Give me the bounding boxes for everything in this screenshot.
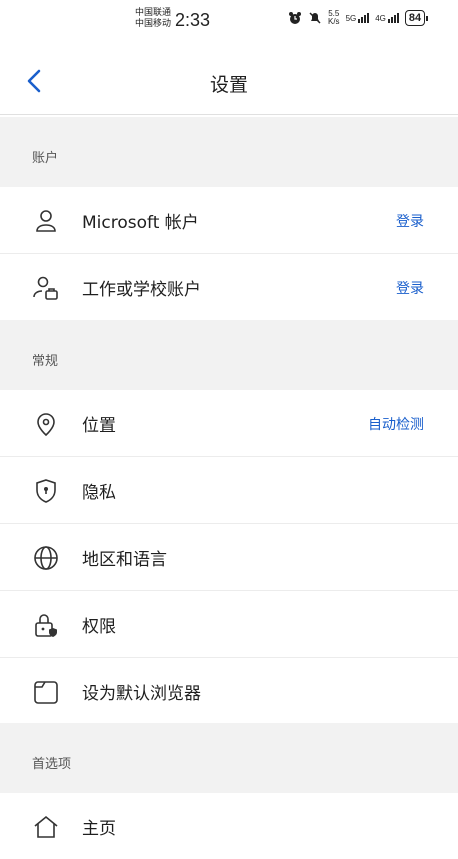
carrier-names: 中国联通 中国移动 [135,8,171,30]
row-home[interactable]: 主页 [0,793,458,859]
network-speed: 5.5 K/s [328,10,340,26]
signal-4g-icon: 4G [375,13,399,23]
row-label: 设为默认浏览器 [82,684,201,704]
row-label: 位置 [82,416,116,436]
location-icon [37,413,55,437]
row-label: 权限 [82,617,116,637]
row-region-language[interactable]: 地区和语言 [0,524,458,591]
alarm-icon [289,12,301,24]
location-value[interactable]: 自动检测 [368,414,424,434]
row-privacy[interactable]: 隐私 [0,457,458,524]
carrier-2: 中国移动 [135,19,172,29]
section-label-account: 账户 [32,151,59,166]
battery-indicator: 84 [404,10,429,26]
page-title: 设置 [209,74,248,96]
mute-icon [309,12,321,24]
shield-icon [36,479,56,503]
row-label: 地区和语言 [82,550,167,570]
status-time: 2:33 [175,10,211,30]
signal-5g-icon: 5G [346,13,370,23]
status-bar: 中国联通 中国移动 2:33 5.5 K/s 5G 4G 84 [0,0,458,44]
row-label: 工作或学校账户 [82,280,201,300]
home-icon [34,815,58,838]
net-4g-label: 4G [375,14,386,23]
sign-in-button[interactable]: 登录 [396,278,424,298]
section-label-general: 常规 [32,354,59,369]
top-app-bar: 设置 [0,50,458,115]
speed-unit: K/s [328,17,340,26]
lock-icon [35,614,57,637]
globe-icon [34,546,58,570]
work-account-icon [33,276,58,300]
person-icon [36,210,56,232]
net-5g-label: 5G [345,14,357,23]
row-location[interactable]: 位置 自动检测 [0,390,458,457]
row-label: 隐私 [82,483,116,503]
section-header-general: 常规 [0,320,458,390]
carrier-1: 中国联通 [135,8,172,18]
row-label: 主页 [82,819,116,839]
sign-in-button[interactable]: 登录 [396,211,424,231]
row-permissions[interactable]: 权限 [0,591,458,658]
section-header-preferences: 首选项 [0,723,458,793]
section-header-account: 账户 [0,117,458,187]
browser-icon [34,681,58,704]
row-label: Microsoft 帐户 [82,213,199,233]
section-label-preferences: 首选项 [32,757,72,772]
status-indicators: 5.5 K/s 5G 4G 84 [288,10,429,26]
row-microsoft-account[interactable]: Microsoft 帐户 登录 [0,187,458,254]
row-default-browser[interactable]: 设为默认浏览器 [0,658,458,724]
row-work-account[interactable]: 工作或学校账户 登录 [0,254,458,320]
